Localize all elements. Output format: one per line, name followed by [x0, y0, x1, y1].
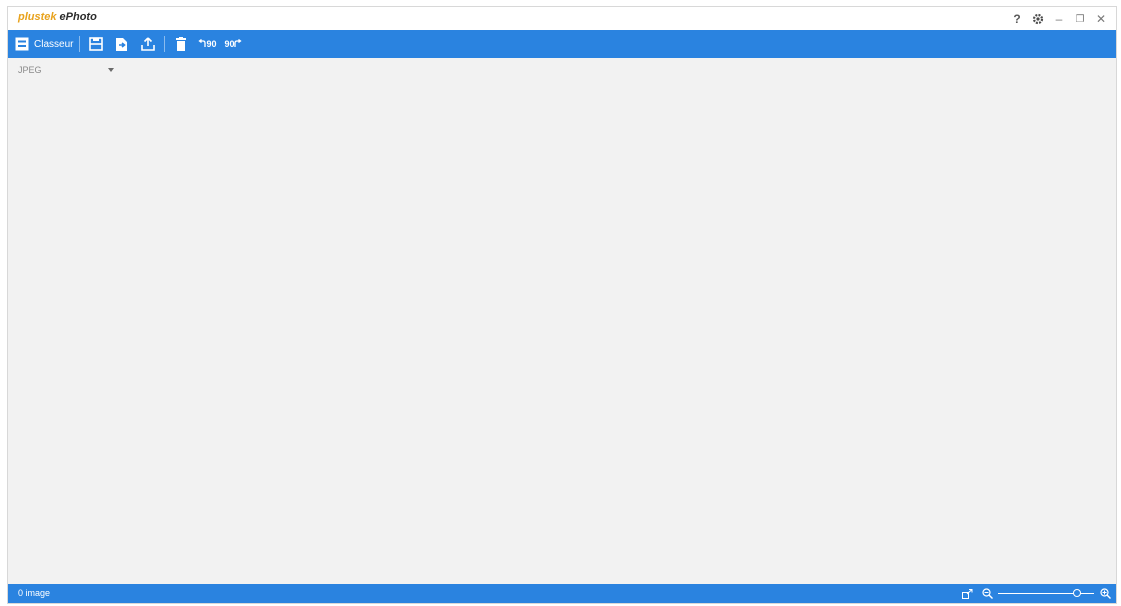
minimize-button[interactable]: – — [1050, 10, 1068, 28]
zoom-out-icon — [981, 588, 993, 599]
zoom-slider[interactable] — [998, 589, 1094, 597]
format-select[interactable]: JPEG — [18, 63, 114, 77]
delete-button[interactable] — [171, 33, 191, 55]
settings-button[interactable] — [1029, 10, 1047, 28]
send-to-app-icon — [116, 37, 128, 51]
zoom-slider-thumb[interactable] — [1072, 589, 1081, 597]
zoom-control — [960, 585, 1112, 602]
toolbar-divider — [79, 36, 81, 52]
image-count: 0 image — [18, 588, 51, 598]
logo-product: ePhoto — [59, 11, 97, 23]
zoom-in-icon — [1099, 588, 1111, 599]
close-button[interactable]: ✕ — [1092, 10, 1110, 28]
app-window: plustek ePhoto ? – ❐ ✕ Classeur 90 90 JP… — [7, 6, 1117, 604]
upload-icon — [141, 37, 156, 51]
rotate-right-label: 90 — [224, 39, 235, 49]
rotate-left-icon — [198, 39, 207, 47]
classeur-button[interactable]: Classeur — [15, 33, 73, 55]
format-select-value: JPEG — [18, 65, 42, 75]
upload-button[interactable] — [138, 33, 158, 55]
window-controls: ? – ❐ ✕ — [1005, 10, 1110, 28]
save-button[interactable] — [86, 33, 106, 55]
status-bar: 0 image — [8, 584, 1116, 603]
save-icon — [89, 37, 104, 51]
logo-brand: plustek — [18, 11, 57, 23]
title-bar: plustek ePhoto ? – ❐ ✕ — [8, 7, 1116, 30]
classeur-label: Classeur — [34, 38, 74, 50]
chevron-down-icon — [108, 68, 114, 72]
help-button[interactable]: ? — [1008, 10, 1026, 28]
delete-icon — [176, 37, 187, 51]
fit-to-window-button[interactable] — [960, 587, 974, 601]
app-logo: plustek ePhoto — [18, 11, 97, 23]
restore-button[interactable]: ❐ — [1071, 10, 1089, 28]
send-to-app-button[interactable] — [112, 33, 132, 55]
rotate-right-button[interactable]: 90 — [223, 33, 243, 55]
zoom-in-button[interactable] — [1098, 587, 1112, 601]
gear-icon — [1032, 13, 1044, 25]
rotate-left-button[interactable]: 90 — [197, 33, 217, 55]
toolbar: Classeur 90 90 — [8, 30, 1116, 58]
zoom-out-button[interactable] — [980, 587, 994, 601]
rotate-left-label: 90 — [206, 39, 217, 49]
classeur-icon — [15, 37, 29, 51]
toolbar-divider — [164, 36, 166, 52]
rotate-right-icon — [234, 39, 243, 47]
fit-to-window-icon — [961, 588, 972, 599]
image-area[interactable] — [8, 79, 1116, 585]
